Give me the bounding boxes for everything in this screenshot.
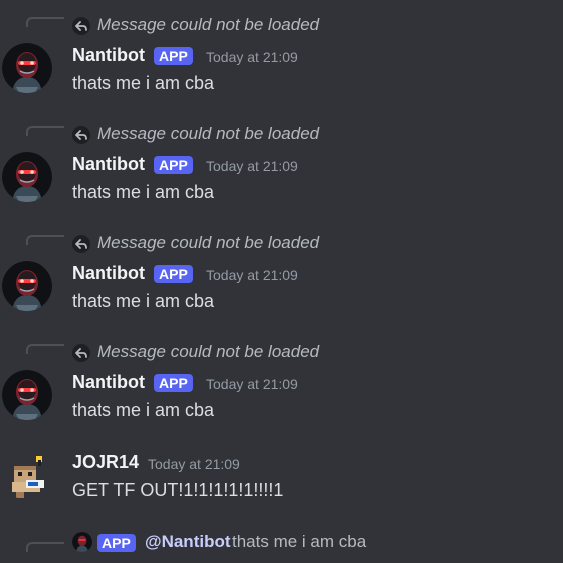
chat-message-list: Message could not be loaded Nantibot APP… [0, 0, 563, 563]
reply-spine [26, 344, 64, 354]
app-badge: APP [154, 156, 193, 174]
message-content: thats me i am cba [72, 182, 215, 202]
mention[interactable]: @Nantibot [145, 532, 231, 552]
reply-arrow-icon [72, 344, 90, 362]
reply-preview-text[interactable]: Message could not be loaded [97, 15, 319, 35]
app-badge: APP [97, 534, 136, 552]
reply-arrow-icon [72, 126, 90, 144]
avatar[interactable] [2, 43, 52, 93]
timestamp[interactable]: Today at 21:09 [206, 267, 298, 283]
message-content: thats me i am cba [72, 400, 215, 420]
reply-spine [26, 235, 64, 245]
author-name[interactable]: Nantibot [72, 372, 145, 393]
timestamp[interactable]: Today at 21:09 [148, 456, 240, 472]
reply-spine [26, 126, 64, 136]
reply-spine [26, 542, 64, 552]
avatar[interactable] [2, 370, 52, 420]
reply-preview-text[interactable]: Message could not be loaded [97, 233, 319, 253]
app-badge: APP [154, 265, 193, 283]
message-content: thats me i am cba [72, 291, 215, 311]
avatar[interactable] [2, 152, 52, 202]
author-name[interactable]: Nantibot [72, 263, 145, 284]
message-content: GET TF OUT!1!1!1!1!1!!!!1 [72, 480, 284, 500]
timestamp[interactable]: Today at 21:09 [206, 49, 298, 65]
app-badge: APP [154, 374, 193, 392]
author-name[interactable]: JOJR14 [72, 452, 139, 473]
author-name[interactable]: Nantibot [72, 154, 145, 175]
reply-arrow-icon [72, 235, 90, 253]
avatar[interactable] [2, 261, 52, 311]
avatar [72, 532, 92, 552]
reply-preview-text[interactable]: thats me i am cba [232, 532, 366, 552]
reply-spine [26, 17, 64, 27]
timestamp[interactable]: Today at 21:09 [206, 376, 298, 392]
reply-preview-text[interactable]: Message could not be loaded [97, 342, 319, 362]
author-name[interactable]: Nantibot [72, 45, 145, 66]
reply-arrow-icon [72, 17, 90, 35]
avatar[interactable] [2, 450, 52, 500]
reply-preview-text[interactable]: Message could not be loaded [97, 124, 319, 144]
app-badge: APP [154, 47, 193, 65]
message-content: thats me i am cba [72, 73, 215, 93]
timestamp[interactable]: Today at 21:09 [206, 158, 298, 174]
